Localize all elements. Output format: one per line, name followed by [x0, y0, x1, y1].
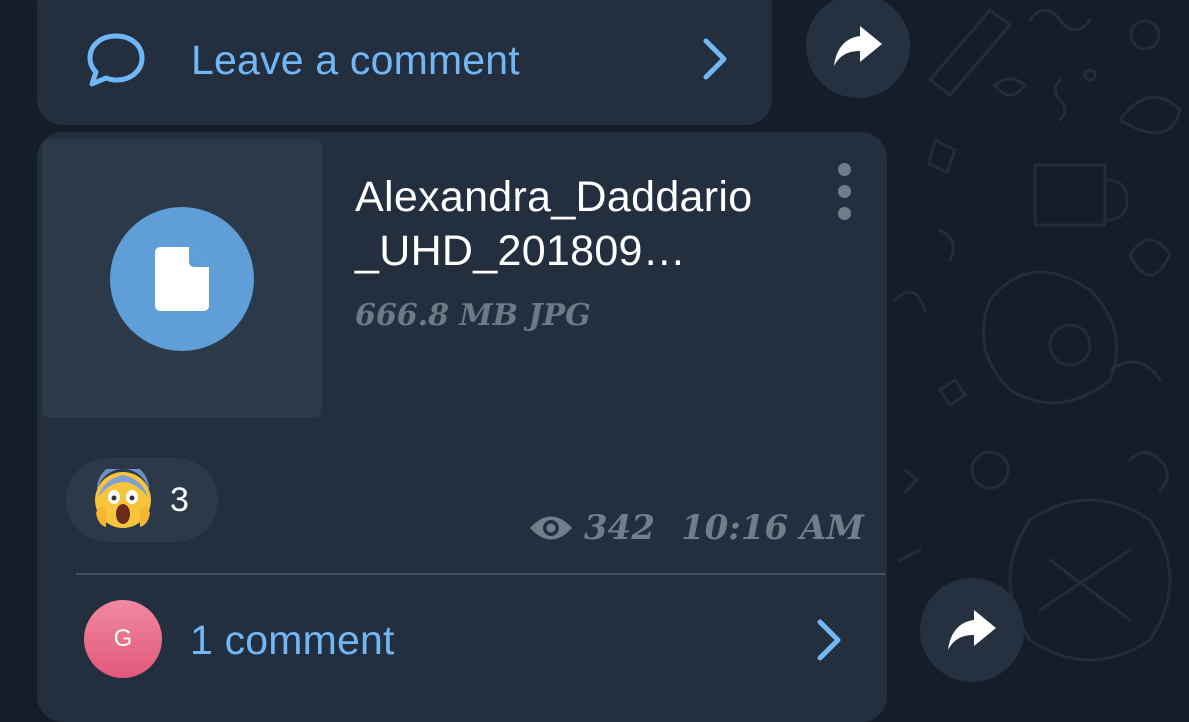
reaction-chip[interactable]: 3	[66, 458, 218, 542]
leave-comment-button[interactable]: Leave a comment	[84, 30, 744, 90]
message-time: 10:16 AM	[680, 508, 865, 548]
forward-button[interactable]	[920, 578, 1024, 682]
file-name: Alexandra_Daddario _UHD_201809…	[355, 170, 815, 278]
more-vertical-icon[interactable]	[832, 163, 858, 221]
speech-bubble-icon	[87, 33, 145, 87]
comments-button[interactable]: 1 comment	[190, 612, 395, 668]
message-meta: 342 10:16 AM	[528, 508, 864, 548]
divider	[76, 573, 885, 575]
file-name-line-2: _UHD_201809…	[355, 227, 687, 275]
chevron-right-icon	[703, 38, 727, 80]
file-size-type: 666.8 MB JPG	[355, 298, 591, 333]
share-arrow-icon	[948, 610, 996, 650]
file-thumbnail[interactable]	[42, 139, 322, 418]
file-name-line-1: Alexandra_Daddario	[355, 173, 753, 221]
views-count: 342	[584, 508, 655, 548]
file-download-button[interactable]	[110, 207, 254, 351]
comments-label: 1 comment	[190, 616, 395, 663]
reaction-count: 3	[170, 480, 189, 519]
face-screaming-in-fear-icon	[95, 469, 151, 528]
leave-comment-label: Leave a comment	[191, 36, 520, 83]
document-icon	[155, 247, 209, 311]
chevron-right-icon	[817, 619, 841, 661]
eye-icon	[530, 516, 572, 540]
share-arrow-icon	[834, 26, 882, 66]
avatar: G	[84, 600, 162, 678]
